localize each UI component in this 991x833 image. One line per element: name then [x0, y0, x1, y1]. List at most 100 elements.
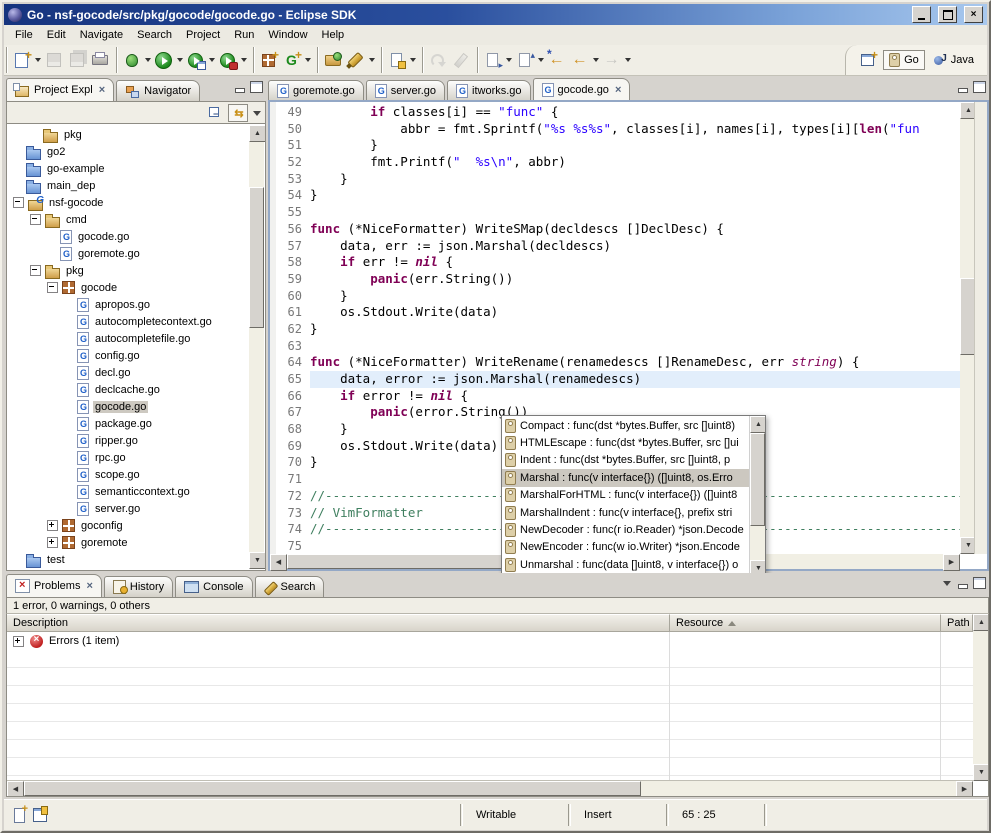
- menu-window[interactable]: Window: [261, 27, 314, 43]
- explorer-tab-project-expl[interactable]: Project Expl×: [6, 78, 114, 101]
- tree-item-package-go[interactable]: package.go: [7, 415, 249, 432]
- scroll-up-icon[interactable]: ▲: [249, 125, 266, 142]
- menu-edit[interactable]: Edit: [40, 27, 73, 43]
- editor-tab-itworks-go[interactable]: itworks.go: [447, 80, 531, 101]
- tree-item-autocompletecontext-go[interactable]: autocompletecontext.go: [7, 313, 249, 330]
- column-description[interactable]: Description: [7, 614, 670, 632]
- plus-expander-icon[interactable]: [47, 537, 58, 548]
- mark-dropdown-icon[interactable]: [408, 50, 417, 71]
- scroll-up-icon[interactable]: ▲: [750, 416, 765, 433]
- tree-item-pkg[interactable]: pkg: [7, 262, 249, 279]
- scrollbar-thumb[interactable]: [24, 781, 641, 796]
- run-last-dropdown-icon[interactable]: [239, 50, 248, 71]
- tree-item-declcache-go[interactable]: declcache.go: [7, 381, 249, 398]
- scroll-right-icon[interactable]: ▶: [956, 781, 973, 797]
- next-edit-dropdown-icon[interactable]: [504, 50, 513, 71]
- run-icon[interactable]: [153, 50, 174, 71]
- tree-item-goconfig[interactable]: goconfig: [7, 517, 249, 534]
- editor-tab-goremote-go[interactable]: goremote.go: [268, 80, 364, 101]
- table-row[interactable]: Errors (1 item): [7, 632, 973, 650]
- minimize-view-icon[interactable]: [957, 579, 967, 588]
- debug-dropdown-icon[interactable]: [143, 50, 152, 71]
- menu-navigate[interactable]: Navigate: [73, 27, 130, 43]
- completion-item[interactable]: Unmarshal : func(data []uint8, v interfa…: [502, 556, 749, 573]
- completion-item[interactable]: MarshalIndent : func(v interface{}, pref…: [502, 504, 749, 521]
- bottom-tab-problems[interactable]: Problems×: [6, 574, 102, 597]
- scroll-down-icon[interactable]: ▼: [249, 552, 266, 569]
- collapse-all-icon[interactable]: [209, 107, 223, 119]
- menu-file[interactable]: File: [8, 27, 40, 43]
- column-resource[interactable]: Resource: [670, 614, 941, 632]
- minimized-views-icon[interactable]: [33, 808, 47, 822]
- debug-icon[interactable]: [121, 50, 142, 71]
- search-icon[interactable]: [345, 50, 366, 71]
- tree-item-gocode[interactable]: gocode: [7, 279, 249, 296]
- tree-item-ripper-go[interactable]: ripper.go: [7, 432, 249, 449]
- new-element-dropdown-icon[interactable]: [303, 50, 312, 71]
- next-edit-icon[interactable]: [482, 50, 503, 71]
- maximize-view-icon[interactable]: [973, 577, 986, 589]
- run-list-dropdown-icon[interactable]: [207, 50, 216, 71]
- view-menu-icon[interactable]: [253, 111, 261, 116]
- editor-tab-gocode-go[interactable]: gocode.go×: [533, 78, 631, 101]
- scrollbar-thumb[interactable]: [249, 187, 264, 328]
- scroll-up-icon[interactable]: ▲: [973, 614, 989, 631]
- tree-item-autocompletefile-go[interactable]: autocompletefile.go: [7, 330, 249, 347]
- menu-run[interactable]: Run: [227, 27, 261, 43]
- table-vertical-scrollbar[interactable]: ▲ ▼: [973, 614, 988, 781]
- completion-item[interactable]: Indent : func(dst *bytes.Buffer, src []u…: [502, 452, 749, 469]
- fast-view-icon[interactable]: [14, 808, 25, 823]
- scrollbar-thumb[interactable]: [960, 278, 975, 355]
- view-menu-icon[interactable]: [943, 581, 951, 586]
- tree-item-main-dep[interactable]: main_dep: [7, 177, 249, 194]
- scrollbar-thumb[interactable]: [750, 433, 765, 526]
- minus-expander-icon[interactable]: [47, 282, 58, 293]
- tree-item-nsf-gocode[interactable]: nsf-gocode: [7, 194, 249, 211]
- completion-item[interactable]: MarshalForHTML : func(v interface{}) ([]…: [502, 487, 749, 504]
- tree-item-go2[interactable]: go2: [7, 143, 249, 160]
- new-package-icon[interactable]: [258, 50, 279, 71]
- back-dropdown-icon[interactable]: [591, 50, 600, 71]
- close-icon[interactable]: ×: [86, 580, 92, 592]
- minus-expander-icon[interactable]: [30, 265, 41, 276]
- new-element-icon[interactable]: [281, 50, 302, 71]
- last-edit-icon[interactable]: [514, 50, 535, 71]
- minimize-view-icon[interactable]: [234, 83, 244, 92]
- mark-icon[interactable]: [386, 50, 407, 71]
- tree-item-config-go[interactable]: config.go: [7, 347, 249, 364]
- close-icon[interactable]: ×: [99, 84, 105, 96]
- tree-item-server-go[interactable]: server.go: [7, 500, 249, 517]
- tree-vertical-scrollbar[interactable]: ▲ ▼: [249, 125, 264, 569]
- popup-vertical-scrollbar[interactable]: ▲ ▼: [749, 416, 765, 577]
- scroll-right-icon[interactable]: ▶: [943, 554, 960, 571]
- tree-item-go-example[interactable]: go-example: [7, 160, 249, 177]
- run-list-icon[interactable]: [185, 50, 206, 71]
- scroll-left-icon[interactable]: ◀: [7, 781, 24, 797]
- menu-project[interactable]: Project: [179, 27, 227, 43]
- tree-item-goremote-go[interactable]: goremote.go: [7, 245, 249, 262]
- last-edit-dropdown-icon[interactable]: [536, 50, 545, 71]
- table-horizontal-scrollbar[interactable]: ◀ ▶: [7, 780, 973, 796]
- tree-item-gocode-go[interactable]: gocode.go: [7, 228, 249, 245]
- tree-item-pkg[interactable]: pkg: [7, 126, 249, 143]
- print-icon[interactable]: [89, 50, 110, 71]
- menu-search[interactable]: Search: [130, 27, 179, 43]
- run-last-icon[interactable]: [217, 50, 238, 71]
- completion-item[interactable]: NewEncoder : func(w io.Writer) *json.Enc…: [502, 539, 749, 556]
- bottom-tab-history[interactable]: History: [104, 576, 173, 597]
- editor-tab-server-go[interactable]: server.go: [366, 80, 445, 101]
- open-perspective-icon[interactable]: [857, 50, 878, 71]
- tree-item-semanticcontext-go[interactable]: semanticcontext.go: [7, 483, 249, 500]
- maximize-button[interactable]: [938, 6, 957, 23]
- open-type-icon[interactable]: [322, 50, 343, 71]
- minus-expander-icon[interactable]: [13, 197, 24, 208]
- minus-expander-icon[interactable]: [30, 214, 41, 225]
- back-icon[interactable]: [569, 50, 590, 71]
- editor-vertical-scrollbar[interactable]: ▲ ▼: [960, 102, 975, 554]
- explorer-tab-navigator[interactable]: Navigator: [116, 80, 200, 101]
- tree-item-apropos-go[interactable]: apropos.go: [7, 296, 249, 313]
- completion-item[interactable]: HTMLEscape : func(dst *bytes.Buffer, src…: [502, 434, 749, 451]
- completion-item[interactable]: NewDecoder : func(r io.Reader) *json.Dec…: [502, 521, 749, 538]
- menu-help[interactable]: Help: [315, 27, 352, 43]
- completion-item[interactable]: Marshal : func(v interface{}) ([]uint8, …: [502, 469, 749, 486]
